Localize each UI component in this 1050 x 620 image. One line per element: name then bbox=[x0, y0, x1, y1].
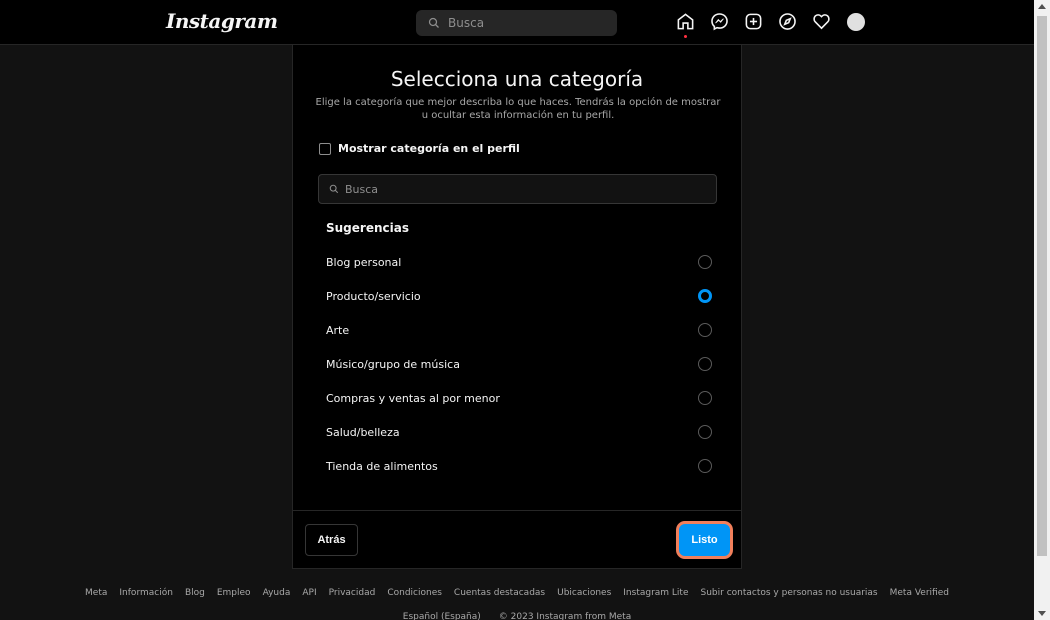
search-icon bbox=[329, 184, 339, 194]
category-search-input[interactable] bbox=[345, 182, 695, 196]
category-radio[interactable] bbox=[698, 459, 712, 473]
back-button[interactable]: Atrás bbox=[305, 524, 358, 556]
show-category-toggle[interactable]: Mostrar categoría en el perfil bbox=[319, 142, 520, 155]
category-radio[interactable] bbox=[698, 323, 712, 337]
modal-footer: Atrás Listo bbox=[293, 510, 741, 569]
home-icon[interactable] bbox=[675, 11, 696, 38]
category-list: Blog personal Producto/servicio Arte Mús… bbox=[326, 245, 713, 483]
page-scrollbar[interactable] bbox=[1034, 0, 1050, 620]
category-option-producto-servicio[interactable]: Producto/servicio bbox=[326, 279, 713, 313]
footer-bottom: Español (España) © 2023 Instagram from M… bbox=[0, 612, 1034, 620]
footer-link[interactable]: Condiciones bbox=[387, 588, 442, 598]
scroll-thumb[interactable] bbox=[1037, 16, 1047, 556]
new-post-icon[interactable] bbox=[743, 11, 764, 32]
profile-avatar[interactable] bbox=[845, 11, 866, 32]
footer-link[interactable]: Ubicaciones bbox=[557, 588, 611, 598]
search-icon bbox=[428, 17, 439, 28]
copyright: © 2023 Instagram from Meta bbox=[498, 612, 632, 620]
category-option-salud[interactable]: Salud/belleza bbox=[326, 415, 713, 449]
nav-icon-group bbox=[675, 11, 866, 38]
category-option-tienda[interactable]: Tienda de alimentos bbox=[326, 449, 713, 483]
category-label: Salud/belleza bbox=[326, 425, 400, 439]
category-radio-selected[interactable] bbox=[698, 289, 712, 303]
category-label: Tienda de alimentos bbox=[326, 459, 438, 473]
done-button[interactable]: Listo bbox=[676, 521, 733, 559]
avatar bbox=[846, 13, 865, 31]
show-category-checkbox[interactable] bbox=[319, 142, 331, 155]
nav-search-box[interactable] bbox=[416, 10, 617, 36]
footer-link[interactable]: Meta bbox=[85, 588, 107, 598]
category-option-musico[interactable]: Músico/grupo de música bbox=[326, 347, 713, 381]
footer-link[interactable]: API bbox=[302, 588, 316, 598]
notification-dot bbox=[684, 35, 687, 38]
footer-link[interactable]: Blog bbox=[185, 588, 205, 598]
footer-link[interactable]: Ayuda bbox=[263, 588, 291, 598]
footer-link[interactable]: Instagram Lite bbox=[623, 588, 688, 598]
scroll-up-arrow-icon[interactable] bbox=[1038, 4, 1046, 9]
footer-links: Meta Información Blog Empleo Ayuda API P… bbox=[0, 588, 1034, 598]
footer-link[interactable]: Meta Verified bbox=[890, 588, 949, 598]
category-label: Producto/servicio bbox=[326, 289, 421, 303]
footer-link[interactable]: Privacidad bbox=[329, 588, 376, 598]
category-search-box[interactable] bbox=[318, 174, 717, 204]
footer-link[interactable]: Empleo bbox=[217, 588, 251, 598]
nav-search-input[interactable] bbox=[448, 16, 608, 30]
category-radio[interactable] bbox=[698, 357, 712, 371]
modal-title: Selecciona una categoría bbox=[390, 67, 644, 91]
footer-link[interactable]: Información bbox=[119, 588, 173, 598]
category-radio[interactable] bbox=[698, 391, 712, 405]
explore-icon[interactable] bbox=[777, 11, 798, 32]
show-category-label: Mostrar categoría en el perfil bbox=[338, 142, 520, 155]
footer-link[interactable]: Subir contactos y personas no usuarias bbox=[701, 588, 878, 598]
category-label: Músico/grupo de música bbox=[326, 357, 460, 371]
suggestions-heading: Sugerencias bbox=[326, 221, 409, 235]
category-modal: Selecciona una categoría Elige la catego… bbox=[292, 45, 742, 569]
category-label: Compras y ventas al por menor bbox=[326, 391, 500, 405]
scroll-down-arrow-icon[interactable] bbox=[1038, 611, 1046, 616]
category-radio[interactable] bbox=[698, 425, 712, 439]
heart-icon[interactable] bbox=[811, 11, 832, 32]
category-option-compras[interactable]: Compras y ventas al por menor bbox=[326, 381, 713, 415]
category-label: Arte bbox=[326, 323, 350, 337]
category-radio[interactable] bbox=[698, 255, 712, 269]
instagram-logo[interactable]: Instagram bbox=[166, 9, 278, 33]
top-navigation: Instagram bbox=[0, 0, 1034, 45]
category-label: Blog personal bbox=[326, 255, 402, 269]
modal-subtitle: Elige la categoría que mejor describa lo… bbox=[315, 97, 721, 121]
category-option-blog-personal[interactable]: Blog personal bbox=[326, 245, 713, 279]
messenger-icon[interactable] bbox=[709, 11, 730, 32]
footer-link[interactable]: Cuentas destacadas bbox=[454, 588, 545, 598]
category-option-arte[interactable]: Arte bbox=[326, 313, 713, 347]
language-selector[interactable]: Español (España) bbox=[403, 612, 481, 620]
